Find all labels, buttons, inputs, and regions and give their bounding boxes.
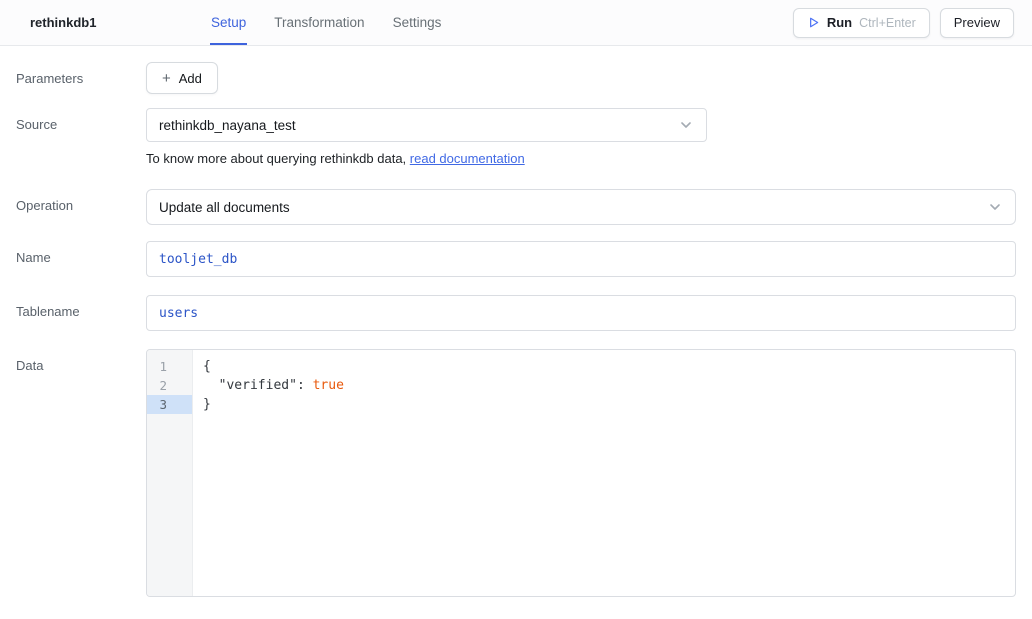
preview-label: Preview xyxy=(954,15,1000,30)
tablename-input[interactable]: users xyxy=(146,295,1016,331)
run-shortcut: Ctrl+Enter xyxy=(859,16,916,30)
run-label: Run xyxy=(827,15,852,30)
tablename-row: Tablename users xyxy=(16,295,1016,331)
parameters-row: Parameters + Add xyxy=(16,62,1016,94)
tab-setup[interactable]: Setup xyxy=(210,0,247,45)
source-selected-value: rethinkdb_nayana_test xyxy=(159,118,296,133)
operation-row: Operation Update all documents xyxy=(16,189,1016,225)
name-input-value: tooljet_db xyxy=(159,252,237,267)
code-area: { "verified": true} xyxy=(193,350,1015,596)
query-name: rethinkdb1 xyxy=(30,15,102,30)
name-row: Name tooljet_db xyxy=(16,241,1016,277)
play-icon xyxy=(807,16,820,29)
line-number: 3 xyxy=(147,395,192,414)
helper-text: To know more about querying rethinkdb da… xyxy=(146,151,410,166)
tab-bar: Setup Transformation Settings xyxy=(210,0,468,45)
run-button[interactable]: Run Ctrl+Enter xyxy=(793,8,930,38)
code-line: { xyxy=(203,357,1015,376)
query-setup-panel: Parameters + Add Source rethinkdb_nayana… xyxy=(0,46,1032,597)
operation-label: Operation xyxy=(16,189,146,225)
query-editor-header: rethinkdb1 Setup Transformation Settings R… xyxy=(0,0,1032,46)
source-row: Source rethinkdb_nayana_test To know mor… xyxy=(16,108,1016,166)
parameters-label: Parameters xyxy=(16,62,146,94)
operation-select[interactable]: Update all documents xyxy=(146,189,1016,225)
preview-button[interactable]: Preview xyxy=(940,8,1014,38)
source-helper-text: To know more about querying rethinkdb da… xyxy=(146,151,1016,166)
add-button-label: Add xyxy=(179,71,202,86)
plus-icon: + xyxy=(162,71,171,86)
line-number-gutter: 123 xyxy=(147,350,193,596)
source-label: Source xyxy=(16,108,146,166)
code-line: "verified": true xyxy=(203,376,1015,395)
data-label: Data xyxy=(16,349,146,597)
line-number: 2 xyxy=(147,376,192,395)
name-label: Name xyxy=(16,241,146,277)
data-code-editor[interactable]: 123 { "verified": true} xyxy=(146,349,1016,597)
name-input[interactable]: tooljet_db xyxy=(146,241,1016,277)
read-documentation-link[interactable]: read documentation xyxy=(410,151,525,166)
tab-settings[interactable]: Settings xyxy=(392,0,443,45)
tablename-label: Tablename xyxy=(16,295,146,331)
operation-selected-value: Update all documents xyxy=(159,200,290,215)
line-number: 1 xyxy=(147,357,192,376)
chevron-down-icon xyxy=(678,117,694,133)
tab-transformation[interactable]: Transformation xyxy=(273,0,365,45)
chevron-down-icon xyxy=(987,199,1003,215)
source-select[interactable]: rethinkdb_nayana_test xyxy=(146,108,707,142)
header-actions: Run Ctrl+Enter Preview xyxy=(793,0,1014,45)
tablename-input-value: users xyxy=(159,306,198,321)
data-row: Data 123 { "verified": true} xyxy=(16,349,1016,597)
add-parameter-button[interactable]: + Add xyxy=(146,62,218,94)
code-line: } xyxy=(203,395,1015,414)
